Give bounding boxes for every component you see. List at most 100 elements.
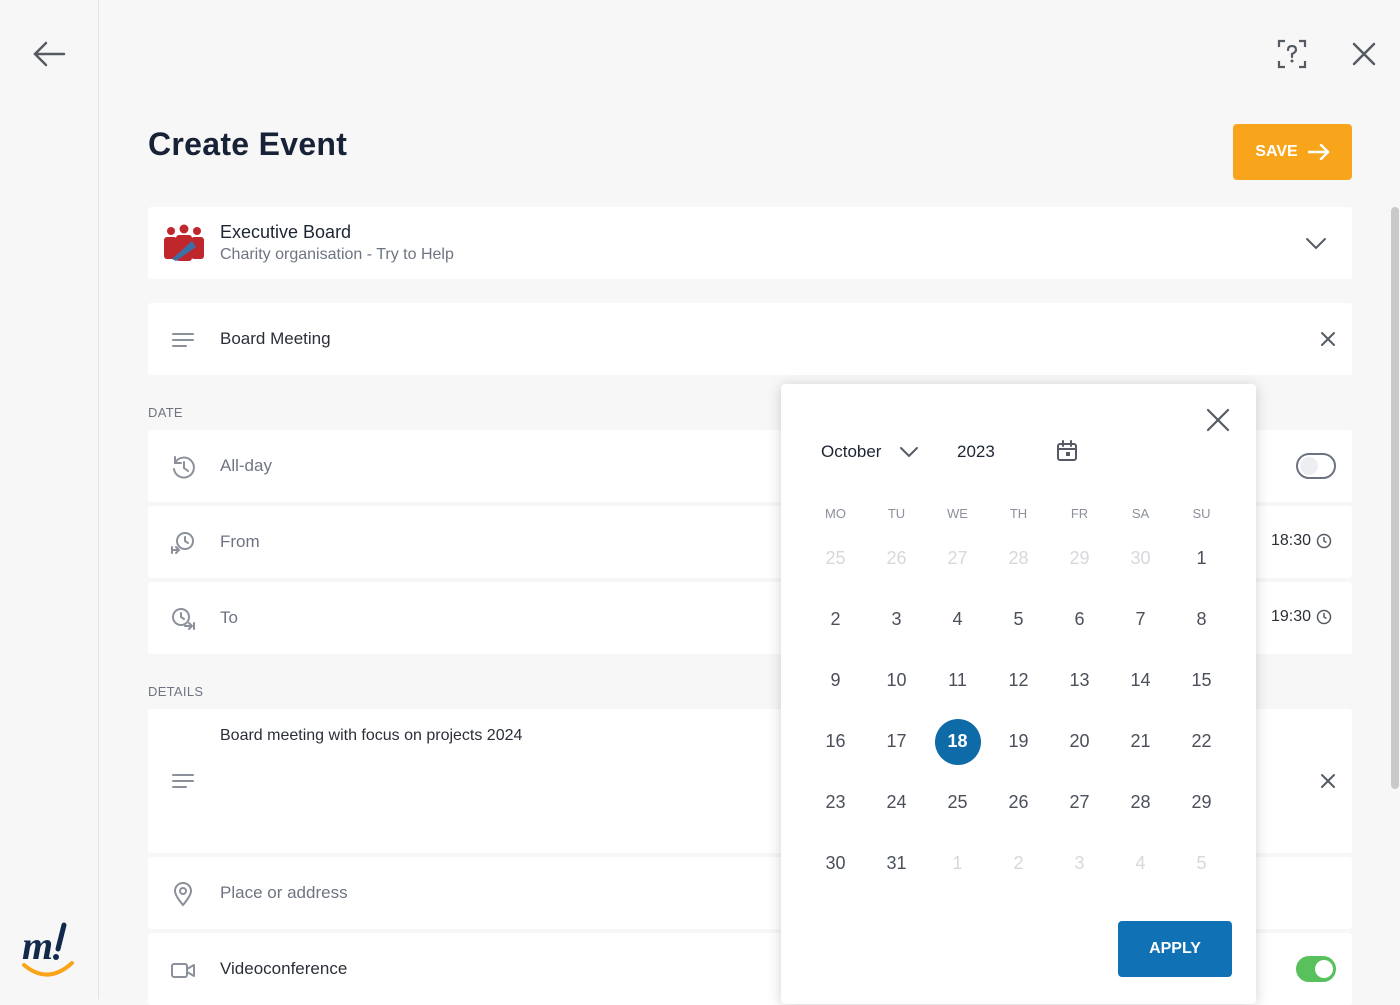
calendar-icon[interactable] xyxy=(1055,439,1079,463)
calendar-day-number: 16 xyxy=(825,731,846,751)
calendar-day-number: 12 xyxy=(1008,670,1029,690)
calendar-day[interactable]: 5 xyxy=(988,589,1049,650)
month-value: October xyxy=(821,442,882,461)
calendar-day[interactable]: 4 xyxy=(1110,833,1171,894)
place-placeholder[interactable]: Place or address xyxy=(220,883,348,903)
calendar-day-selected[interactable]: 18 xyxy=(927,711,988,772)
calendar-day[interactable]: 22 xyxy=(1171,711,1232,772)
calendar-day[interactable]: 26 xyxy=(988,772,1049,833)
videoconference-toggle[interactable] xyxy=(1296,956,1336,982)
svg-text:m: m xyxy=(22,923,53,968)
save-button[interactable]: SAVE xyxy=(1233,124,1352,180)
calendar-day-number: 26 xyxy=(886,548,907,568)
calendar-day[interactable]: 21 xyxy=(1110,711,1171,772)
calendar-day[interactable]: 19 xyxy=(988,711,1049,772)
calendar-day[interactable]: 29 xyxy=(1171,772,1232,833)
text-lines-icon xyxy=(172,333,194,347)
calendar-day[interactable]: 17 xyxy=(866,711,927,772)
calendar-day[interactable]: 29 xyxy=(1049,528,1110,589)
end-time-icon xyxy=(172,608,195,630)
calendar-day[interactable]: 2 xyxy=(988,833,1049,894)
description-value[interactable]: Board meeting with focus on projects 202… xyxy=(220,727,522,745)
calendar-day[interactable]: 2 xyxy=(805,589,866,650)
calendar-day[interactable]: 16 xyxy=(805,711,866,772)
calendar-day-number: 15 xyxy=(1191,670,1212,690)
scrollbar[interactable] xyxy=(1391,207,1399,789)
calendar-day[interactable]: 25 xyxy=(805,528,866,589)
calendar-day-number: 28 xyxy=(1130,792,1151,812)
calendar-day[interactable]: 3 xyxy=(866,589,927,650)
close-icon[interactable] xyxy=(1204,406,1232,434)
from-time[interactable]: 18:30 xyxy=(1271,532,1332,550)
calendar-day-number: 31 xyxy=(886,853,907,873)
chevron-down-icon[interactable] xyxy=(1304,233,1328,253)
chevron-down-icon xyxy=(900,447,919,458)
calendar-day[interactable]: 11 xyxy=(927,650,988,711)
year-select[interactable]: 2023 xyxy=(957,442,995,462)
calendar-day[interactable]: 23 xyxy=(805,772,866,833)
calendar-day-number: 28 xyxy=(1008,548,1029,568)
start-time-icon xyxy=(171,532,194,554)
calendar-day[interactable]: 27 xyxy=(927,528,988,589)
calendar-day[interactable]: 14 xyxy=(1110,650,1171,711)
calendar-day[interactable]: 28 xyxy=(988,528,1049,589)
calendar-day[interactable]: 30 xyxy=(805,833,866,894)
calendar-day-number: 29 xyxy=(1191,792,1212,812)
clear-icon[interactable] xyxy=(1318,771,1338,791)
arrow-right-icon xyxy=(1307,144,1329,160)
organization-selector[interactable]: Executive Board Charity organisation - T… xyxy=(148,207,1352,279)
calendar-day-number: 14 xyxy=(1130,670,1151,690)
calendar-day[interactable]: 30 xyxy=(1110,528,1171,589)
calendar-day[interactable]: 20 xyxy=(1049,711,1110,772)
calendar-day[interactable]: 13 xyxy=(1049,650,1110,711)
calendar-day[interactable]: 4 xyxy=(927,589,988,650)
calendar-day[interactable]: 9 xyxy=(805,650,866,711)
calendar-day-number: 3 xyxy=(1074,853,1085,873)
clear-icon[interactable] xyxy=(1318,329,1338,349)
page-title: Create Event xyxy=(148,126,348,162)
calendar-day[interactable]: 24 xyxy=(866,772,927,833)
calendar-day-number: 10 xyxy=(886,670,907,690)
calendar-day[interactable]: 1 xyxy=(927,833,988,894)
title-value[interactable]: Board Meeting xyxy=(220,329,331,349)
calendar-day-number: 21 xyxy=(1130,731,1151,751)
calendar-day[interactable]: 6 xyxy=(1049,589,1110,650)
calendar-day-number: 17 xyxy=(886,731,907,751)
calendar-day[interactable]: 5 xyxy=(1171,833,1232,894)
calendar-day-number: 5 xyxy=(1196,853,1207,873)
text-lines-icon xyxy=(172,774,194,788)
calendar-day-number: 1 xyxy=(952,853,963,873)
calendar-day[interactable]: 26 xyxy=(866,528,927,589)
close-icon[interactable] xyxy=(1348,38,1380,70)
clock-icon xyxy=(1316,609,1332,625)
calendar-day[interactable]: 25 xyxy=(927,772,988,833)
organization-name: Executive Board xyxy=(220,222,352,242)
calendar-day[interactable]: 28 xyxy=(1110,772,1171,833)
weekday-header: MO xyxy=(825,506,846,521)
back-arrow-icon[interactable] xyxy=(30,38,68,70)
apply-button[interactable]: APPLY xyxy=(1118,921,1232,977)
calendar-day[interactable]: 1 xyxy=(1171,528,1232,589)
calendar-day-number: 18 xyxy=(934,718,981,765)
calendar-day[interactable]: 8 xyxy=(1171,589,1232,650)
calendar-day[interactable]: 3 xyxy=(1049,833,1110,894)
calendar-day[interactable]: 7 xyxy=(1110,589,1171,650)
calendar-day[interactable]: 15 xyxy=(1171,650,1232,711)
calendar-day-number: 2 xyxy=(1013,853,1024,873)
calendar-day-number: 6 xyxy=(1074,609,1085,629)
calendar-day[interactable]: 31 xyxy=(866,833,927,894)
calendar-day[interactable]: 27 xyxy=(1049,772,1110,833)
calendar-day-number: 22 xyxy=(1191,731,1212,751)
calendar-day[interactable]: 12 xyxy=(988,650,1049,711)
calendar-day-number: 23 xyxy=(825,792,846,812)
calendar-day-number: 26 xyxy=(1008,792,1029,812)
calendar-day-number: 1 xyxy=(1196,548,1207,568)
month-select[interactable]: October xyxy=(821,442,919,462)
title-field[interactable]: Board Meeting xyxy=(148,303,1352,375)
to-time[interactable]: 19:30 xyxy=(1271,608,1332,626)
weekday-header: FR xyxy=(1070,506,1089,521)
allday-toggle[interactable] xyxy=(1296,453,1336,479)
help-icon[interactable] xyxy=(1274,36,1310,72)
sidebar: m xyxy=(0,0,99,999)
calendar-day[interactable]: 10 xyxy=(866,650,927,711)
